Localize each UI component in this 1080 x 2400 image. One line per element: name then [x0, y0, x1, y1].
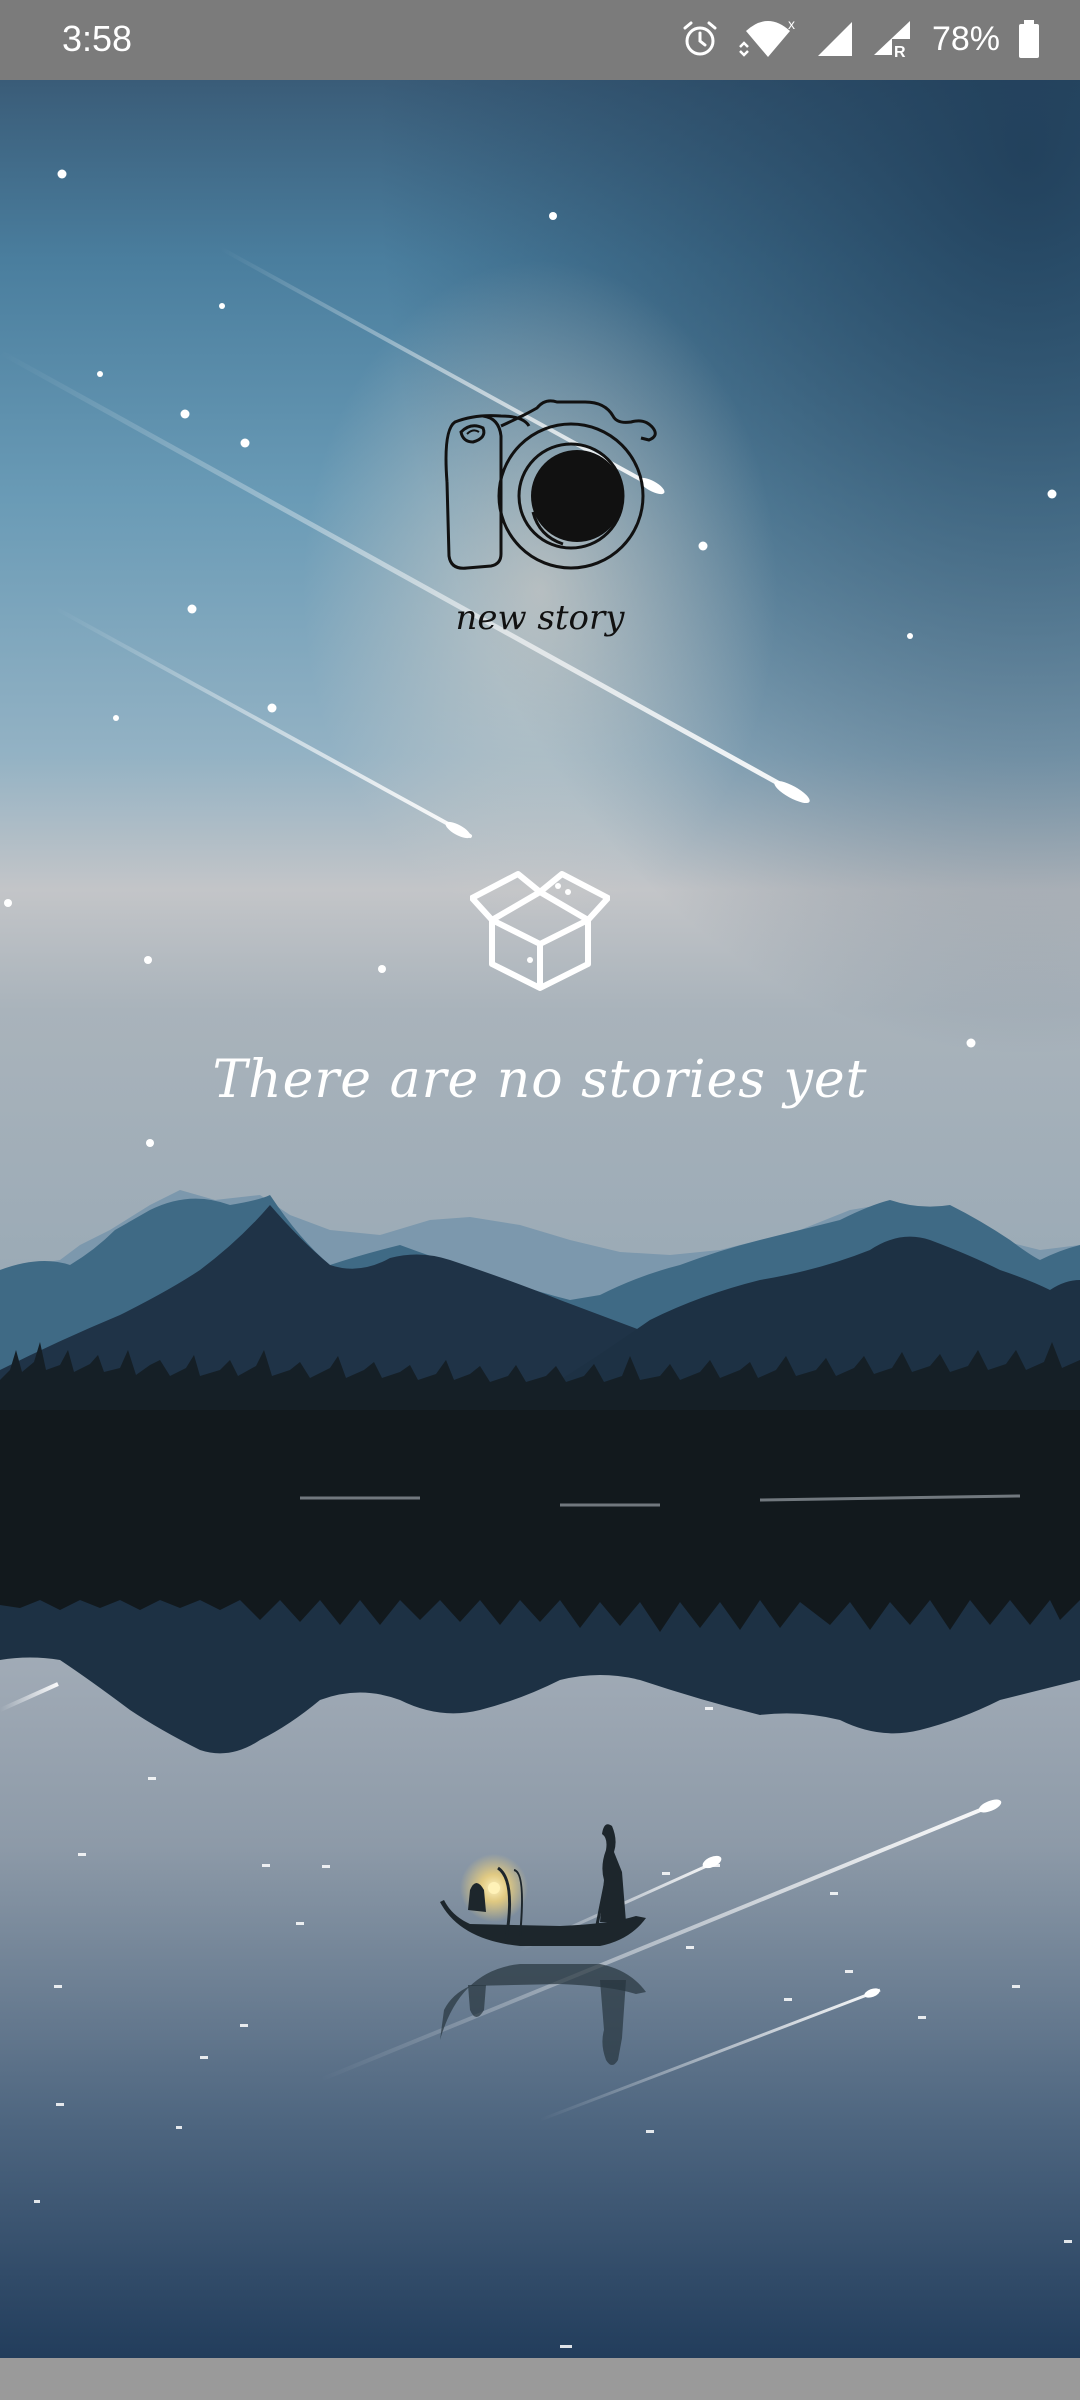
status-bar: 3:58 x R 78% [0, 0, 1080, 80]
empty-stories-message: There are no stories yet [212, 1050, 868, 1110]
new-story-label: new story [455, 598, 625, 638]
status-icons: x R 78% [680, 14, 1040, 64]
navigation-bar [0, 2358, 1080, 2400]
open-box-icon [469, 862, 611, 1002]
battery-icon [1018, 19, 1040, 59]
cell-signal-icon [816, 20, 854, 58]
alarm-icon [680, 19, 720, 59]
camera-icon [405, 399, 675, 590]
battery-percent: 78% [931, 19, 1000, 58]
svg-text:x: x [788, 17, 795, 32]
app-screen: 3:58 x R 78% new story There are no stor… [0, 0, 1080, 2400]
svg-text:R: R [894, 44, 906, 59]
status-time: 3:58 [62, 18, 133, 59]
new-story-button[interactable]: new story [405, 386, 675, 656]
wifi-icon: x [738, 17, 798, 61]
cell-signal-roaming-icon: R [872, 19, 914, 59]
